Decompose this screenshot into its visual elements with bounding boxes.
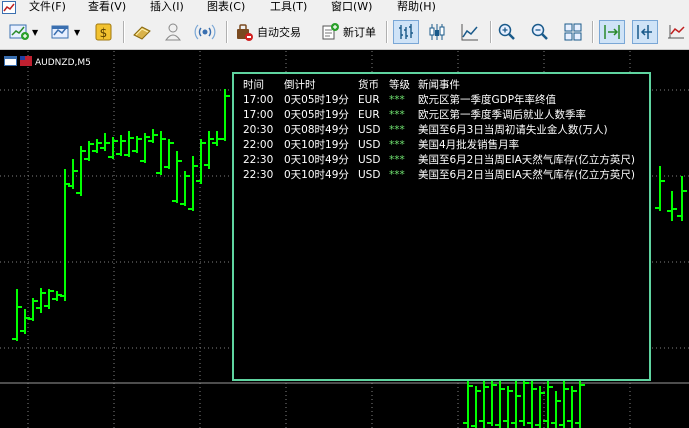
header-countdown: 倒计时 [284,79,316,91]
menu-tools[interactable]: 工具(T) [270,0,307,15]
news-event: 美国4月批发销售月率 [418,139,520,151]
header-currency: 货币 [358,79,379,91]
line-chart-icon [460,22,480,42]
auto-scroll-button[interactable] [599,20,625,44]
news-time: 17:00 [243,109,274,121]
news-time: 22:00 [243,139,274,151]
market-watch-button[interactable]: $ [93,20,115,44]
news-currency: EUR [358,109,380,121]
chart-window-icon [4,56,17,69]
news-event: 美国至6月2日当周EIA天然气库存(亿立方英尺) [418,154,635,166]
chart-symbol-text: AUDNZD,M5 [35,57,91,68]
indicators-button[interactable] [666,20,686,44]
news-countdown: 0天05时19分 [284,94,349,106]
svg-text:$: $ [100,26,108,40]
new-order-label: 新订单 [343,26,376,39]
line-chart-button[interactable] [460,20,480,44]
news-currency: USD [358,154,381,166]
dollar-icon: $ [93,21,115,43]
news-currency: USD [358,124,381,136]
menu-window[interactable]: 窗口(W) [331,0,372,15]
chart-shift-button[interactable] [632,20,658,44]
candlestick-button[interactable] [427,20,447,44]
chevron-down-icon[interactable]: ▼ [74,28,80,37]
zoom-out-icon [530,22,550,42]
header-event: 新闻事件 [418,79,460,91]
app-chart-icon[interactable] [2,1,16,14]
tile-windows-button[interactable] [563,20,583,44]
new-order-button[interactable]: 新订单 [320,20,376,44]
profiles-button[interactable]: ▼ [50,20,80,44]
menu-charts[interactable]: 图表(C) [207,0,245,15]
chevron-down-icon[interactable]: ▼ [32,28,38,37]
news-time: 22:30 [243,169,274,181]
news-time: 20:30 [243,124,274,136]
news-event: 美国至6月3日当周初请失业金人数(万人) [418,124,608,136]
new-chart-button[interactable]: ▼ [8,20,38,44]
news-level: *** [389,154,405,166]
signals-button[interactable] [194,20,216,44]
header-level: 等级 [389,79,410,91]
news-currency: USD [358,139,381,151]
news-countdown: 0天05时19分 [284,109,349,121]
zoom-in-icon [497,22,517,42]
news-event: 欧元区第一季度GDP年率终值 [418,94,557,106]
indicators-icon [666,22,686,42]
signal-icon [194,21,216,43]
new-chart-icon [8,22,30,42]
news-panel[interactable]: 时间 倒计时 货币 等级 新闻事件 17:00 0天05时19分 EUR ***… [232,72,651,381]
navigator-button[interactable] [130,20,154,44]
auto-trading-icon [234,22,254,42]
auto-trading-label: 自动交易 [257,26,301,39]
menu-view[interactable]: 查看(V) [88,0,126,15]
news-level: *** [389,139,405,151]
zoom-in-button[interactable] [497,20,517,44]
price-chart[interactable]: AUDNZD,M5 时间 倒计时 货币 等级 新闻事件 17:00 0天05时1… [0,51,689,428]
news-countdown: 0天08时49分 [284,124,349,136]
scroll-icon [130,21,154,43]
terminal-button[interactable] [162,20,184,44]
menu-insert[interactable]: 插入(I) [150,0,184,15]
news-countdown: 0天10时49分 [284,154,349,166]
header-time: 时间 [243,79,264,91]
menu-bar: 文件(F) 查看(V) 插入(I) 图表(C) 工具(T) 窗口(W) 帮助(H… [0,0,689,15]
news-countdown: 0天10时49分 [284,169,349,181]
menu-help[interactable]: 帮助(H) [397,0,436,15]
menu-file[interactable]: 文件(F) [29,0,66,15]
news-countdown: 0天10时19分 [284,139,349,151]
chart-symbol-label: AUDNZD,M5 [4,56,91,69]
news-event: 美国至6月2日当周EIA天然气库存(亿立方英尺) [418,169,635,181]
candlestick-icon [427,22,447,42]
bar-chart-icon [396,22,416,42]
new-order-icon [320,22,340,42]
grid-icon [563,22,583,42]
news-level: *** [389,169,405,181]
news-time: 22:30 [243,154,274,166]
bar-chart-button[interactable] [393,20,419,44]
news-time: 17:00 [243,94,274,106]
chart-flag-icon [20,56,32,69]
news-event: 欧元区第一季度季调后就业人数季率 [418,109,586,121]
chart-shift-icon [635,22,655,42]
profiles-icon [50,22,72,42]
news-level: *** [389,94,405,106]
news-currency: USD [358,169,381,181]
auto-trading-button[interactable]: 自动交易 [234,20,301,44]
zoom-out-button[interactable] [530,20,550,44]
person-icon [162,21,184,43]
news-level: *** [389,109,405,121]
news-currency: EUR [358,94,380,106]
news-level: *** [389,124,405,136]
auto-scroll-icon [602,22,622,42]
toolbar: ▼ ▼ $ 自动交易 新订单 [0,15,689,50]
